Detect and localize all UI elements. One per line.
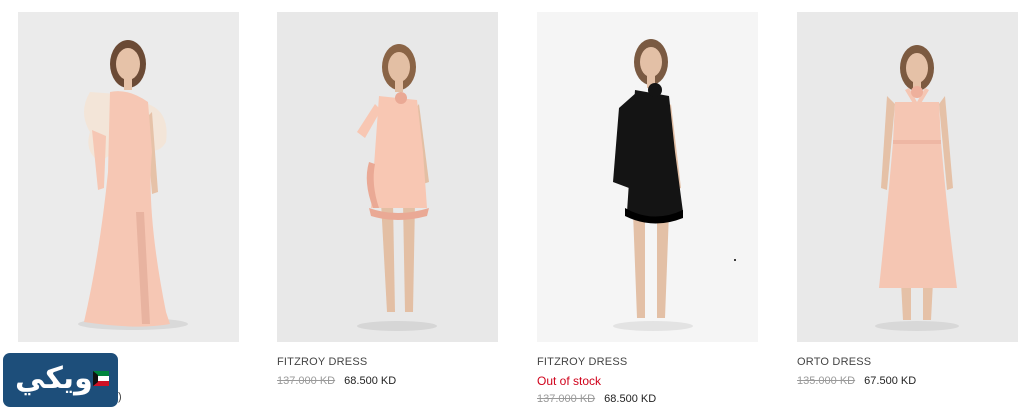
original-price: 137.000 KD <box>277 375 336 387</box>
sale-price: 68.500 KD <box>604 393 657 405</box>
kuwait-flag-icon <box>93 371 109 386</box>
product-card-2[interactable]: FITZROY DRESS 137.000 KD 68.500 KD <box>277 12 498 387</box>
product-name[interactable]: FITZROY DRESS <box>537 356 777 368</box>
price-row: 135.000 KD 67.500 KD <box>797 375 1021 387</box>
price-row: 137.000 KD 68.500 KD <box>537 393 777 405</box>
price-row: 137.000 KD 68.500 KD <box>277 375 517 387</box>
wiki-watermark-logo: ويكي <box>3 353 118 407</box>
product-image-4[interactable] <box>797 12 1018 342</box>
product-image-3[interactable] <box>537 12 758 342</box>
product-name[interactable]: FITZROY DRESS <box>277 356 517 368</box>
product-name[interactable]: ORTO DRESS <box>797 356 1021 368</box>
original-price: 137.000 KD <box>537 393 596 405</box>
product-card-1[interactable] <box>18 12 239 342</box>
product-image-2[interactable] <box>277 12 498 342</box>
pink-halter-midi-dress-image <box>797 12 1018 342</box>
sale-price: 68.500 KD <box>344 375 397 387</box>
pink-one-shoulder-gown-image <box>18 12 239 342</box>
sale-price: 67.500 KD <box>864 375 917 387</box>
product-card-3[interactable]: FITZROY DRESS Out of stock 137.000 KD 68… <box>537 12 758 405</box>
partial-price-text: ) <box>118 391 122 403</box>
product-image-1[interactable] <box>18 12 239 342</box>
pink-ruffle-mini-dress-image <box>277 12 498 342</box>
original-price: 135.000 KD <box>797 375 856 387</box>
out-of-stock-label: Out of stock <box>537 374 602 388</box>
black-ruffle-mini-dress-image <box>537 12 758 342</box>
product-card-4[interactable]: ORTO DRESS 135.000 KD 67.500 KD <box>797 12 1018 387</box>
